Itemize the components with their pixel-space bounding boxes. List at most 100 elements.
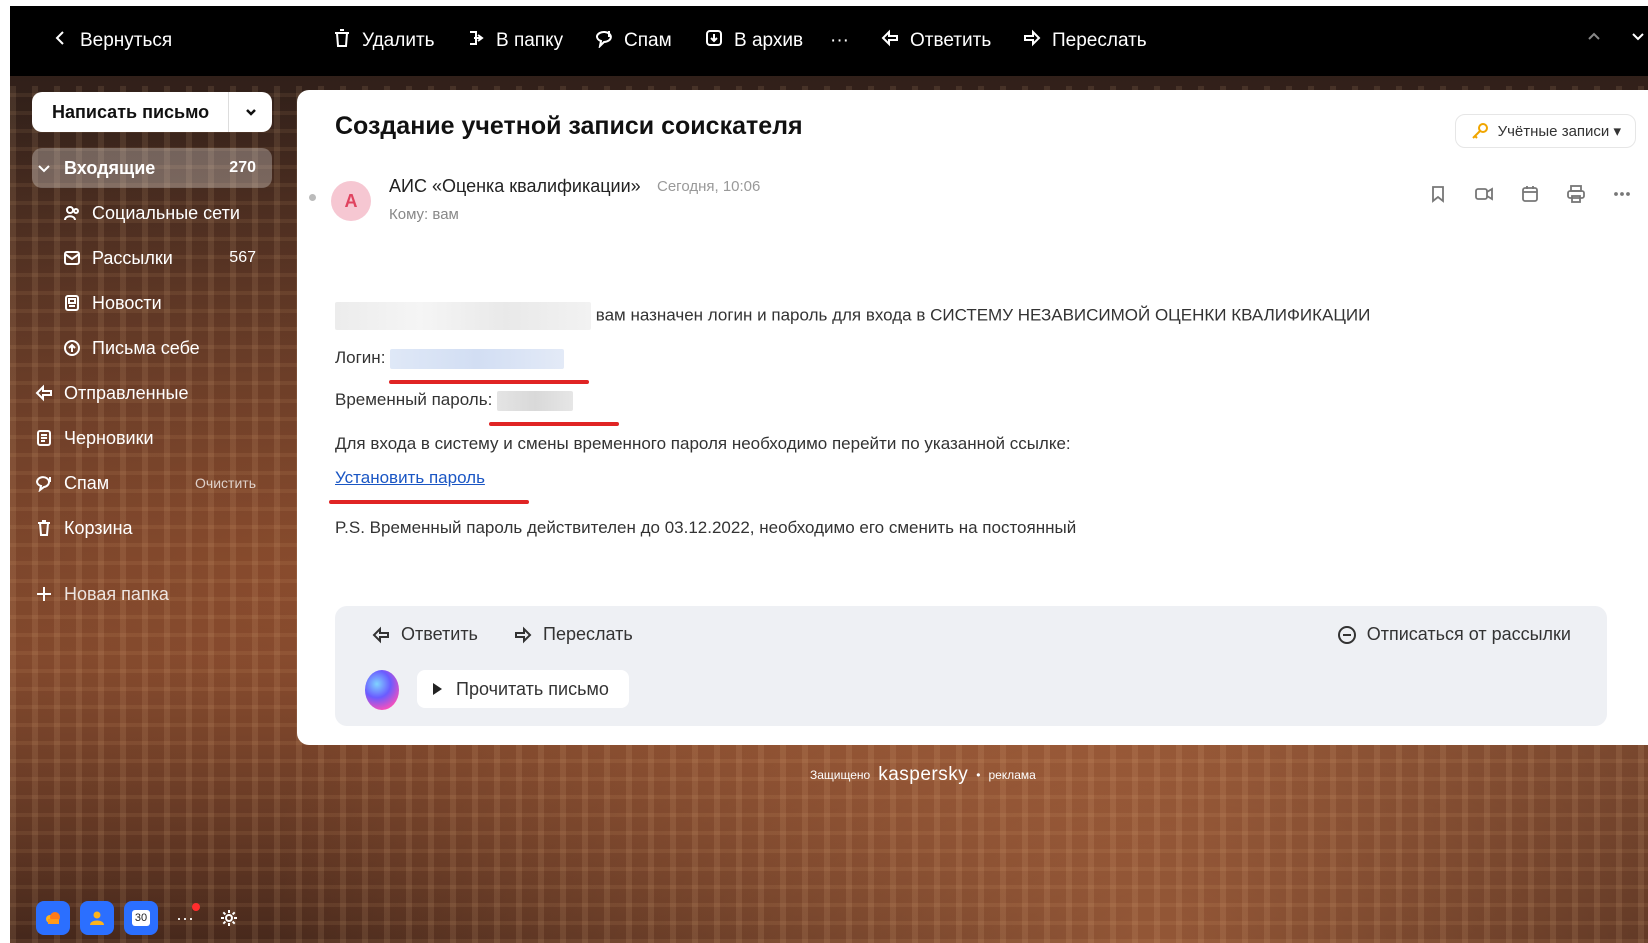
trash-icon <box>32 516 56 540</box>
sender-name[interactable]: АИС «Оценка квалификации» <box>389 176 641 197</box>
cloud-icon <box>46 912 60 924</box>
reply-button[interactable]: Ответить <box>880 21 991 61</box>
bookmark-button[interactable] <box>1428 184 1448 209</box>
print-button[interactable] <box>1566 184 1586 209</box>
move-to-folder-button[interactable]: В папку <box>466 21 563 61</box>
folder-inbox[interactable]: Входящие 270 <box>32 148 272 188</box>
notification-dot <box>192 903 200 911</box>
mail-window: Вернуться Удалить В папку Спам В архив ·… <box>10 6 1648 943</box>
unsubscribe-button[interactable]: Отписаться от рассылки <box>1337 624 1571 645</box>
trash-icon <box>332 28 352 54</box>
body-line-login: Логин: <box>335 348 565 369</box>
calendar-app-button[interactable]: 30 <box>124 901 158 935</box>
archive-icon <box>704 28 724 54</box>
spam-icon <box>594 28 614 54</box>
folder-drafts[interactable]: Черновики <box>32 418 272 458</box>
chevron-left-icon <box>50 28 70 54</box>
people-icon <box>60 201 84 225</box>
reply-icon <box>372 626 389 643</box>
folder-social[interactable]: Социальные сети <box>60 193 272 233</box>
draft-icon <box>32 426 56 450</box>
redacted-login <box>390 348 565 369</box>
more-icon <box>1614 192 1630 196</box>
reply-icon <box>880 28 900 54</box>
folder-sent[interactable]: Отправленные <box>32 373 272 413</box>
annotation-underline <box>329 500 529 504</box>
app-switcher: 30 ··· <box>36 901 246 935</box>
folder-spam[interactable]: Спам Очистить <box>32 463 272 503</box>
minus-circle-icon <box>1337 625 1356 644</box>
previous-message-button[interactable] <box>1584 26 1604 52</box>
video-icon <box>1475 187 1493 201</box>
message-subject: Создание учетной записи соискателя <box>335 112 803 140</box>
bookmark-icon <box>1432 186 1444 203</box>
folder-news[interactable]: Новости <box>60 283 272 323</box>
message-date: Сегодня, 10:06 <box>657 178 761 195</box>
more-actions-button[interactable]: ··· <box>830 21 849 61</box>
forward-icon <box>1022 28 1042 54</box>
body-line-instructions: Для входа в систему и смены временного п… <box>335 434 1071 453</box>
calendar-icon <box>1522 186 1538 202</box>
quick-actions-panel: Ответить Переслать Отписаться от рассылк… <box>335 606 1607 726</box>
folder-move-icon <box>466 28 486 54</box>
chevron-up-icon <box>1588 32 1600 40</box>
printer-icon <box>1567 185 1585 203</box>
quick-reply-button[interactable]: Ответить <box>371 624 478 645</box>
spam-button[interactable]: Спам <box>594 21 672 61</box>
body-line-greeting: вам назначен логин и пароль для входа в … <box>335 302 1370 330</box>
message-actions <box>1428 184 1632 209</box>
unread-count: 567 <box>229 249 256 266</box>
message-view: Создание учетной записи соискателя Учётн… <box>297 90 1648 745</box>
more-options-button[interactable] <box>1612 184 1632 209</box>
contacts-app-button[interactable] <box>80 901 114 935</box>
compose-button[interactable]: Написать письмо <box>32 92 272 132</box>
gear-icon <box>221 910 237 926</box>
kaspersky-logo: kaspersky <box>878 764 969 785</box>
quick-forward-button[interactable]: Переслать <box>513 624 633 645</box>
play-icon <box>433 683 442 695</box>
body-line-password: Временный пароль: <box>335 390 574 411</box>
clear-spam-button[interactable]: Очистить <box>195 475 256 491</box>
cloud-app-button[interactable] <box>36 901 70 935</box>
delete-button[interactable]: Удалить <box>332 21 435 61</box>
settings-button[interactable] <box>212 901 246 935</box>
chevron-down-icon <box>245 109 256 116</box>
new-folder-button[interactable]: Новая папка <box>32 574 272 614</box>
forward-button[interactable]: Переслать <box>1022 21 1147 61</box>
self-mail-icon <box>60 336 84 360</box>
archive-button[interactable]: В архив <box>704 21 803 61</box>
more-apps-button[interactable]: ··· <box>168 901 202 935</box>
calendar-button[interactable] <box>1520 184 1540 209</box>
folder-newsletters[interactable]: Рассылки 567 <box>60 238 272 278</box>
folder-trash[interactable]: Корзина <box>32 508 272 548</box>
next-message-button[interactable] <box>1628 26 1648 52</box>
sender-avatar: А <box>331 181 371 221</box>
spam-icon <box>32 471 56 495</box>
folder-to-self[interactable]: Письма себе <box>60 328 272 368</box>
plus-icon <box>32 582 56 606</box>
redacted-password <box>497 390 574 411</box>
accounts-button[interactable]: Учётные записи ▾ <box>1454 114 1636 148</box>
chevron-down-icon <box>1632 33 1644 41</box>
redacted-name <box>335 302 591 330</box>
reply-icon <box>32 381 56 405</box>
ad-banner[interactable]: Защищено kaspersky • реклама <box>810 764 1036 786</box>
assistant-orb-icon[interactable] <box>365 670 399 710</box>
set-password-link[interactable]: Установить пароль <box>335 468 485 488</box>
body-line-ps: P.S. Временный пароль действителен до 03… <box>335 518 1077 537</box>
back-button[interactable]: Вернуться <box>50 21 172 61</box>
read-letter-button[interactable]: Прочитать письмо <box>417 670 629 708</box>
folder-sidebar: Написать письмо Входящие 270 Социальные … <box>10 76 300 943</box>
calendar-icon: 30 <box>131 910 151 926</box>
recipient-line: Кому: вам <box>389 206 459 223</box>
annotation-underline <box>389 380 589 384</box>
message-toolbar: Вернуться Удалить В папку Спам В архив ·… <box>10 6 1648 76</box>
person-icon <box>90 911 104 925</box>
translate-button[interactable] <box>1474 184 1494 209</box>
key-icon <box>1471 123 1488 139</box>
unread-marker[interactable] <box>309 194 316 201</box>
news-icon <box>60 291 84 315</box>
forward-icon <box>515 626 532 643</box>
newsletter-icon <box>60 246 84 270</box>
compose-options-button[interactable] <box>228 92 272 132</box>
